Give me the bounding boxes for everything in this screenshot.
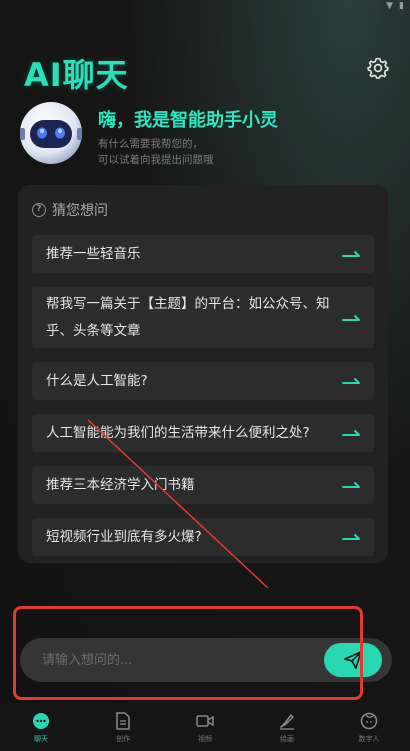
robot-avatar-icon xyxy=(20,102,82,164)
suggestion-text: 推荐三本经济学入门书籍 xyxy=(46,476,195,493)
suggestion-item[interactable]: 推荐一些轻音乐 xyxy=(32,235,374,273)
suggestion-item[interactable]: 帮我写一篇关于【主题】的平台：如公众号、知乎、头条等文章 xyxy=(32,287,374,348)
suggestion-text: 人工智能能为我们的生活带来什么便利之处? xyxy=(46,424,310,441)
suggestions-panel: ? 猜您想问 推荐一些轻音乐 帮我写一篇关于【主题】的平台：如公众号、知乎、头条… xyxy=(18,185,388,563)
bottom-tab-bar: 聊天 创作 视频 绘画 数字人 xyxy=(0,703,410,751)
suggestion-item[interactable]: 短视频行业到底有多火爆? xyxy=(32,518,374,556)
send-arrow-icon xyxy=(342,534,360,540)
tab-create[interactable]: 创作 xyxy=(82,703,164,751)
status-bar: ▼ ▮ xyxy=(386,0,404,12)
greeting-subtitle-line: 可以试着向我提出问题哦 xyxy=(98,154,214,166)
suggestion-item[interactable]: 人工智能能为我们的生活带来什么便利之处? xyxy=(32,414,374,452)
greeting-subtitle: 有什么需要我帮您的， 可以试着向我提出问题哦 xyxy=(98,136,214,168)
app-title: AI聊天 xyxy=(24,56,129,94)
suggestion-text: 什么是人工智能? xyxy=(46,372,148,389)
suggestions-header: ? 猜您想问 xyxy=(32,185,374,235)
tab-chat[interactable]: 聊天 xyxy=(0,703,82,751)
greeting-title: 嗨，我是智能助手小灵 xyxy=(98,110,278,131)
app-screen: ▼ ▮ AI聊天 嗨，我是智能助手小灵 有什么需要我帮您的， 可以试着向我提出问… xyxy=(0,0,410,751)
suggestion-item[interactable]: 什么是人工智能? xyxy=(32,362,374,400)
greeting-subtitle-line: 有什么需要我帮您的， xyxy=(98,138,203,150)
brush-icon xyxy=(280,714,294,730)
question-icon: ? xyxy=(32,203,46,217)
suggestion-text: 短视频行业到底有多火爆? xyxy=(46,528,202,545)
video-icon xyxy=(196,715,214,727)
send-arrow-icon xyxy=(342,482,360,488)
send-arrow-icon xyxy=(342,378,360,384)
tab-label: 创作 xyxy=(116,735,130,743)
send-arrow-icon xyxy=(342,430,360,436)
tab-label: 绘画 xyxy=(280,735,294,743)
chat-input-bar xyxy=(20,638,392,682)
tab-label: 聊天 xyxy=(34,735,48,743)
digital-human-icon xyxy=(360,712,378,730)
tab-label: 数字人 xyxy=(358,735,380,743)
send-arrow-icon xyxy=(342,314,360,321)
document-icon xyxy=(116,712,130,730)
paper-plane-icon xyxy=(343,650,363,670)
suggestions-title: 猜您想问 xyxy=(52,203,108,219)
suggestion-text: 帮我写一篇关于【主题】的平台：如公众号、知乎、头条等文章 xyxy=(46,295,330,339)
signal-icon: ▼ xyxy=(386,1,394,11)
tab-paint[interactable]: 绘画 xyxy=(246,703,328,751)
suggestion-item[interactable]: 推荐三本经济学入门书籍 xyxy=(32,466,374,504)
send-arrow-icon xyxy=(342,251,360,257)
battery-icon: ▮ xyxy=(399,1,404,11)
tab-video[interactable]: 视频 xyxy=(164,703,246,751)
chat-icon xyxy=(33,713,49,729)
tab-label: 视频 xyxy=(198,735,212,743)
assistant-intro: 嗨，我是智能助手小灵 有什么需要我帮您的， 可以试着向我提出问题哦 xyxy=(18,100,392,170)
gear-icon[interactable] xyxy=(366,56,390,80)
header: AI聊天 xyxy=(24,50,390,94)
tab-digital-human[interactable]: 数字人 xyxy=(328,703,410,751)
chat-input[interactable] xyxy=(20,638,310,682)
suggestion-text: 推荐一些轻音乐 xyxy=(46,245,141,262)
send-button[interactable] xyxy=(324,643,382,677)
